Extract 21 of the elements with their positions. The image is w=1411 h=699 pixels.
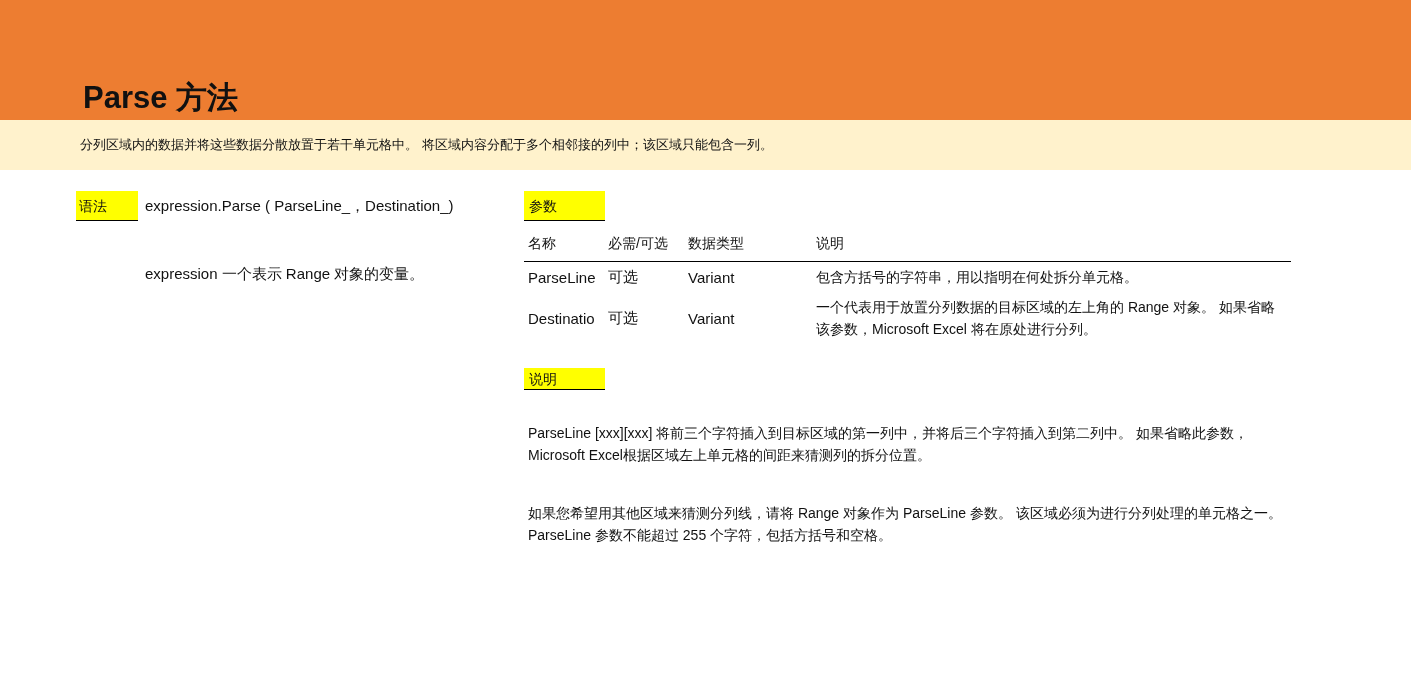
summary-text: 分列区域内的数据并将这些数据分散放置于若干单元格中。 将区域内容分配于多个相邻接的列中；该区域只能包含一列。 — [80, 136, 773, 154]
table-cell-text: 可选 — [607, 307, 639, 328]
table-cell-text: Variant — [687, 308, 736, 329]
remark-paragraph: ParseLine [xxx][xxx] 将前三个字符插入到目标区域的第一列中，并将后三个字符插入到第二列中。 如果省略此参数，Microsoft Excel根据区域左上单元格的间距来猜测列的拆分位置。 — [528, 424, 1250, 465]
expression-note: expression 一个表示 Range 对象的变量。 — [145, 265, 426, 284]
column-header: 名称 — [524, 227, 604, 262]
remark-paragraph: 如果您希望用其他区域来猜测分列线，请将 Range 对象作为 ParseLine 参数。 该区域必须为进行分列处理的单元格之一。 ParseLine 参数不能超过 255 个字符，包括方括号和空格。 — [528, 504, 1283, 545]
table-cell-text: Destinatio — [527, 308, 596, 329]
section-label: 参数 — [524, 191, 605, 221]
section-label: 说明 — [524, 368, 605, 390]
table-cell: ParseLine — [524, 261, 604, 292]
syntax-text: expression.Parse ( ParseLine_，Destination_) — [145, 196, 454, 216]
column-header: 说明 — [812, 227, 1291, 262]
table-cell: 包含方括号的字符串，用以指明在何处拆分单元格。 — [812, 261, 1291, 292]
section-label: 语法 — [76, 191, 138, 221]
page-title: Parse 方法 — [83, 79, 239, 117]
table-cell: 可选 — [604, 261, 684, 292]
table-cell: Variant — [684, 261, 812, 292]
column-header: 必需/可选 — [604, 227, 684, 262]
table-cell-text: 一个代表用于放置分列数据的目标区域的左上角的 Range 对象。 如果省略该参数，Microsoft Excel 将在原处进行分列。 — [815, 298, 1276, 339]
column-header: 数据类型 — [684, 227, 812, 262]
